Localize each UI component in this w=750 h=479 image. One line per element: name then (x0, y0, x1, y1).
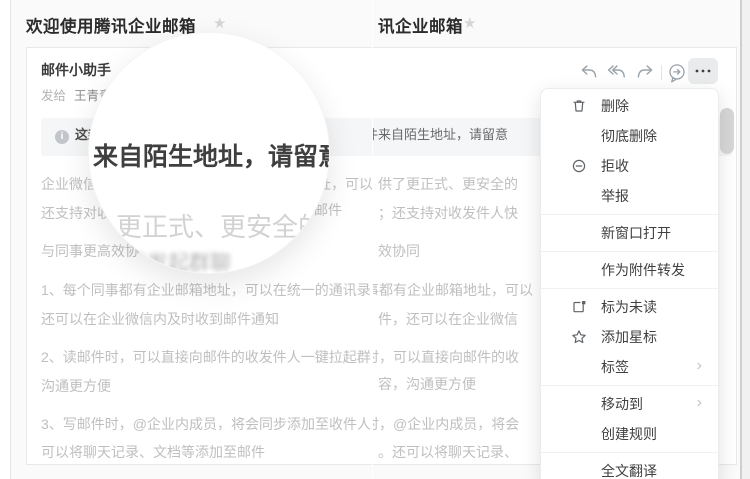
menu-icon-placeholder (571, 188, 587, 204)
magnifier-circle: 来自陌生地址，请留意 更正式、更安全的工 速发起群聊 (88, 32, 330, 274)
body-line: 容，沟通更方便 (378, 375, 476, 393)
body-line: 3、写邮件时，@企业内成员，将会同步添加至收件人 (41, 415, 371, 433)
more-button[interactable] (688, 58, 718, 84)
body-line: 企业微信 (41, 175, 97, 193)
body-line: 时，@企业内成员，将会 (373, 415, 519, 433)
menu-item-标签[interactable]: 标签 › (541, 352, 718, 382)
menu-item-举报[interactable]: 举报 (541, 181, 718, 211)
unread-icon (571, 299, 587, 315)
menu-item-移动到[interactable]: 移动到 › (541, 389, 718, 419)
menu-item-彻底删除[interactable]: 彻底删除 (541, 121, 718, 151)
menu-item-label: 举报 (601, 186, 629, 206)
menu-item-label: 作为附件转发 (601, 260, 685, 280)
body-line: 与同事更高效协 (41, 242, 139, 260)
mail-subject-title: 欢迎使用腾讯企业邮箱 (26, 13, 196, 37)
body-line: 1、每个同事都有企业邮箱地址，可以在统一的通讯录 (41, 281, 371, 299)
body-line: 效协同 (378, 242, 420, 260)
star-icon[interactable]: ★ (463, 16, 476, 31)
menu-item-标为未读[interactable]: 标为未读 (541, 292, 718, 322)
menu-item-label: 移动到 (601, 394, 643, 414)
menu-item-label: 全文翻译 (601, 461, 657, 479)
body-line: 件，还可以在企业微信 (378, 310, 518, 328)
menu-icon-placeholder (571, 128, 587, 144)
magnified-body-text: 更正式、更安全的工 (116, 207, 330, 244)
mail-subject-title-fragment: 讯企业邮箱 (378, 13, 463, 37)
forward-icon[interactable] (634, 62, 656, 82)
menu-item-label: 添加星标 (601, 327, 657, 347)
menu-item-创建规则[interactable]: 创建规则 (541, 419, 718, 449)
menu-divider (541, 214, 718, 215)
menu-item-全文翻译[interactable]: 全文翻译 (541, 456, 718, 479)
menu-item-label: 标签 (601, 357, 629, 377)
chevron-right-icon: › (697, 395, 702, 411)
chevron-right-icon: › (697, 358, 702, 374)
menu-item-label: 拒收 (601, 156, 629, 176)
menu-divider (541, 452, 718, 453)
menu-item-label: 新窗口打开 (601, 223, 671, 243)
body-line: 还可以在企业微信内及时收到邮件通知 (41, 310, 279, 328)
magnified-blur-text: 速发起群聊 (126, 247, 231, 274)
magnified-notice-text: 来自陌生地址，请留意 (93, 137, 330, 173)
star-icon[interactable]: ★ (213, 16, 226, 31)
body-line: 。还可以将聊天记录、 (378, 443, 518, 461)
menu-item-作为附件转发[interactable]: 作为附件转发 (541, 255, 718, 285)
menu-icon-placeholder (571, 359, 587, 375)
menu-item-label: 删除 (601, 96, 629, 116)
outside-window-area (742, 0, 750, 479)
menu-icon-placeholder (571, 225, 587, 241)
menu-icon-placeholder (571, 396, 587, 412)
reply-icon[interactable] (578, 62, 600, 82)
menu-item-label: 创建规则 (601, 424, 657, 444)
menu-divider (541, 251, 718, 252)
trash-icon (571, 98, 587, 114)
block-icon (571, 158, 587, 174)
body-line: 事都有企业邮箱地址，可以 (373, 281, 533, 299)
info-icon: i (55, 130, 69, 144)
toolbar-divider (661, 65, 662, 80)
body-line: ；还支持对收发件人快 (378, 204, 518, 222)
notice-text-fragment: 件来自陌生地址，请留意 (373, 124, 508, 143)
sender-name: 邮件小助手 (41, 60, 111, 80)
menu-item-label: 标为未读 (601, 297, 657, 317)
menu-icon-placeholder (571, 426, 587, 442)
body-line: 可以将聊天记录、文档等添加至邮件 (41, 443, 265, 461)
body-line: 2、读邮件时，可以直接向邮件的收发件人一键拉起群 (41, 348, 371, 366)
scrollbar-thumb[interactable] (720, 108, 734, 154)
menu-item-拒收[interactable]: 拒收 (541, 151, 718, 181)
mail-app-screenshot: 欢迎使用腾讯企业邮箱 ★ 邮件小助手 发给王青青 i 这封 企业微信址，可以还支… (0, 0, 750, 479)
menu-icon-placeholder (571, 262, 587, 278)
menu-divider (541, 288, 718, 289)
chat-forward-icon[interactable] (666, 62, 688, 82)
menu-item-新窗口打开[interactable]: 新窗口打开 (541, 218, 718, 248)
reply-all-icon[interactable] (606, 62, 628, 82)
menu-divider (541, 385, 718, 386)
menu-item-删除[interactable]: 删除 (541, 91, 718, 121)
menu-item-label: 彻底删除 (601, 126, 657, 146)
star-icon (571, 329, 587, 345)
body-line: 时，可以直接向邮件的收 (373, 348, 519, 366)
body-line: 沟通更方便 (41, 377, 111, 395)
recipient-label: 发给 (41, 89, 66, 103)
more-actions-menu: 删除彻底删除拒收举报新窗口打开作为附件转发标为未读添加星标标签 › 移动到 › 创建规则… (540, 88, 719, 479)
body-line: 供了更正式、更安全的 (378, 175, 518, 193)
menu-item-添加星标[interactable]: 添加星标 (541, 322, 718, 352)
menu-icon-placeholder (571, 463, 587, 479)
